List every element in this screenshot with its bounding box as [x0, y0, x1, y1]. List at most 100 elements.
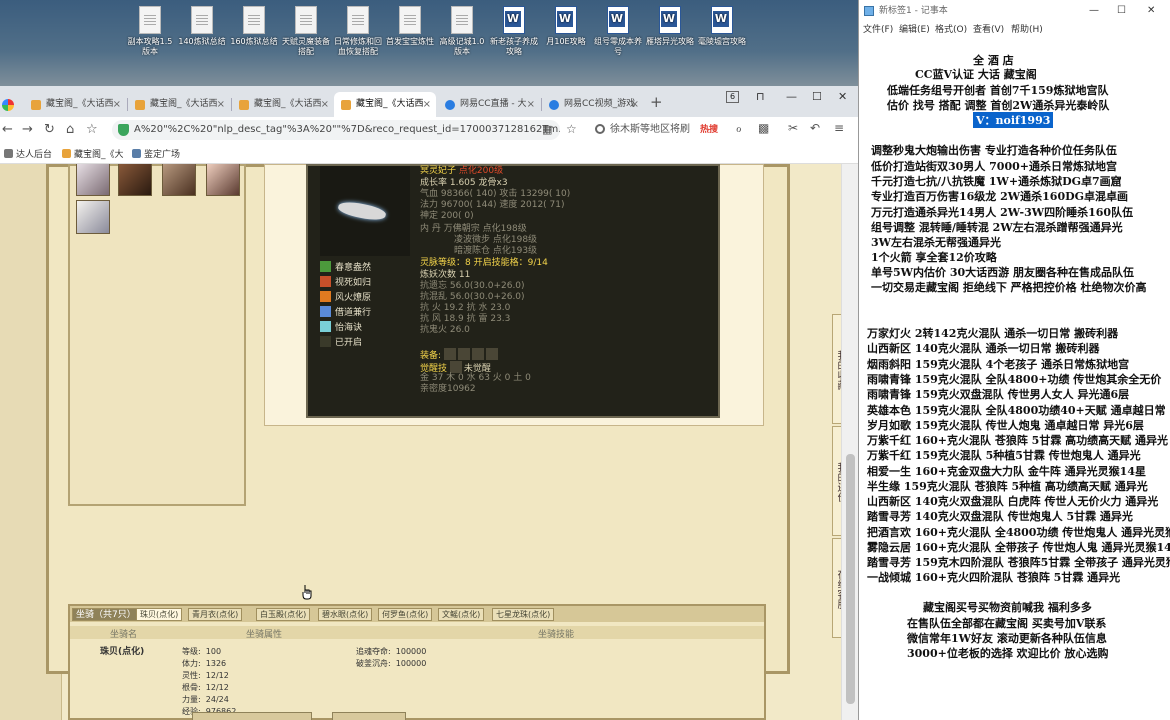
desktop-file-icon[interactable]: 高级记城1.0版本 [436, 6, 488, 57]
desktop-file-icon[interactable]: 160炼狱总结 [228, 6, 280, 47]
minimize-button[interactable]: — [1089, 0, 1099, 22]
back-icon[interactable]: ← [2, 122, 13, 137]
close-icon[interactable]: × [321, 92, 329, 117]
desktop-file-icon[interactable]: 毫陵墟宫攻略 [696, 6, 748, 47]
text-line: 组号调整 混转睡/睡转混 2W左右混杀蹭帮强通异光 [871, 221, 1123, 234]
menu-format[interactable]: 格式(O) [935, 22, 967, 35]
refresh-icon[interactable]: ↻ [44, 122, 55, 137]
menu-edit[interactable]: 编辑(E) [899, 22, 930, 35]
pet-skill[interactable]: 风火燎原 [320, 290, 371, 303]
desktop-file-icon[interactable]: 140炼狱总结 [176, 6, 228, 47]
forward-icon[interactable]: → [22, 122, 33, 137]
scissors-icon[interactable]: ✂ [788, 121, 798, 135]
browser-logo-icon[interactable] [0, 92, 20, 117]
text-line: 单号5W内估价 30大话西游 朋友圈各种在售成品队伍 [871, 266, 1134, 279]
selected-wechat-id[interactable]: V：noif1993 [973, 112, 1054, 128]
skill-icon [320, 291, 331, 302]
tab-mount-1[interactable]: 珠贝(点化) [136, 608, 183, 621]
equip-slot[interactable] [471, 348, 484, 360]
page-button[interactable] [192, 712, 312, 720]
undo-icon[interactable]: ↶ [810, 121, 820, 135]
mount-name: 珠贝(点化) [100, 647, 145, 657]
tab-cbg-active[interactable]: 藏宝阁_《大话西 × [334, 92, 436, 117]
word-icon [607, 6, 629, 34]
close-window-button[interactable]: ✕ [838, 90, 847, 103]
avatar[interactable] [118, 164, 152, 196]
desktop-file-icon[interactable]: 天赋灵魔装备搭配 [280, 6, 332, 57]
equip-slot[interactable] [485, 348, 498, 360]
scrollbar-thumb[interactable] [846, 454, 855, 704]
pet-skill[interactable]: 春意盎然 [320, 260, 371, 273]
qr-icon[interactable]: ▩ [758, 121, 769, 135]
home-icon[interactable]: ⌂ [66, 122, 74, 137]
desktop-file-icon[interactable]: 月10E攻略 [540, 6, 592, 47]
pin-icon[interactable]: ⊓ [756, 90, 765, 103]
menu-icon[interactable]: ≡ [834, 121, 844, 135]
desktop-file-icon[interactable]: 新老孩子养成攻略 [488, 6, 540, 57]
tab-mount-5[interactable]: 何罗鱼(点化) [378, 608, 433, 621]
pet-skill[interactable]: 视死如归 [320, 275, 371, 288]
tab-mount-7[interactable]: 七星龙珠(点化) [492, 608, 555, 621]
team-line: 雾隐云居 160+克火混队 全带孩子 传世炮人鬼 通异光灵猴14 [867, 541, 1170, 554]
maximize-button[interactable]: ☐ [812, 90, 822, 103]
hot-search-badge[interactable]: 热搜 [700, 122, 718, 135]
team-line: 万紫千红 160+克火混队 苍狼阵 5甘霖 高功绩高天赋 通异光 [867, 434, 1168, 447]
tab-count-badge[interactable]: 6 [726, 91, 739, 103]
mount-count-tab[interactable]: 坐骑（共7只） [72, 608, 140, 621]
close-icon[interactable]: × [217, 92, 225, 117]
tab-cbg-2[interactable]: 藏宝阁_《大话西 × [128, 92, 230, 117]
tab-mount-3[interactable]: 白玉殿(点化) [256, 608, 311, 621]
extension-icon[interactable]: ℴ [736, 121, 742, 135]
notepad-text-area[interactable]: 全 酒 店 CC蓝V认证 大话 藏宝阁 低端任务组号开创者 首创7千159炼狱地… [859, 36, 1170, 720]
close-icon[interactable]: × [423, 92, 431, 117]
bookmark-item[interactable]: 达人后台 [4, 147, 52, 160]
skill-icon [320, 261, 331, 272]
minimize-button[interactable]: — [786, 90, 797, 103]
equip-slot[interactable] [449, 361, 462, 373]
tab-mount-2[interactable]: 青月衣(点化) [188, 608, 243, 621]
pet-skill[interactable]: 已开启 [320, 335, 362, 348]
pet-hp-attack: 气血 98366( 140) 攻击 13299( 10) [420, 189, 571, 199]
tab-mount-6[interactable]: 文鳐(点化) [438, 608, 485, 621]
bookmark-item[interactable]: 藏宝阁_《大 [62, 147, 124, 160]
desktop-file-icon[interactable]: 雁塔异光攻略 [644, 6, 696, 47]
menu-view[interactable]: 查看(V) [973, 22, 1004, 35]
equip-slot[interactable] [457, 348, 470, 360]
bookmark-star-icon[interactable]: ☆ [86, 122, 98, 137]
tab-cc-video[interactable]: 网易CC视频_游戏 × [542, 92, 644, 117]
pet-skill[interactable]: 怡海诀 [320, 320, 362, 333]
notepad-icon [864, 6, 874, 16]
tab-mount-4[interactable]: 碧水眼(点化) [318, 608, 373, 621]
equip-slot[interactable] [443, 348, 456, 360]
tab-cbg-1[interactable]: 藏宝阁_《大话西 × [24, 92, 126, 117]
menu-help[interactable]: 帮助(H) [1011, 22, 1043, 35]
desktop-file-icon[interactable]: 首发宝宝炼性 [384, 6, 436, 47]
page-scrollbar[interactable] [841, 164, 858, 720]
bookmark-item[interactable]: 鉴定广场 [132, 147, 180, 160]
bookmark-star-icon[interactable]: ☆ [566, 122, 577, 136]
desktop-file-icon[interactable]: 日常修炼和回血恢复搭配 [332, 6, 384, 57]
avatar[interactable] [76, 200, 110, 234]
close-icon[interactable]: × [113, 92, 121, 117]
grid-icon[interactable]: ▦ [542, 123, 552, 136]
new-tab-button[interactable]: + [650, 93, 663, 111]
close-window-button[interactable]: ✕ [1147, 0, 1155, 22]
text-line: 低价打造站街双30男人 7000+通杀日常炼狱地宫 [871, 160, 1117, 173]
menu-file[interactable]: 文件(F) [863, 22, 893, 35]
avatar[interactable] [162, 164, 196, 196]
desktop-file-icon[interactable]: 副本攻略1.5版本 [124, 6, 176, 57]
desktop-file-icon[interactable]: 组号零成本养号 [592, 6, 644, 57]
avatar[interactable] [206, 164, 240, 196]
page-button[interactable] [332, 712, 406, 720]
tab-cbg-3[interactable]: 藏宝阁_《大话西 × [232, 92, 334, 117]
address-bar[interactable]: A%20"%2C%20"nlp_desc_tag"%3A%20""%7D&rec… [112, 120, 560, 140]
team-line: 山西新区 140克火双盘混队 白虎阵 传世人无价火力 通异光 [867, 495, 1159, 508]
maximize-button[interactable]: ☐ [1117, 0, 1126, 22]
word-icon [711, 6, 733, 34]
close-icon[interactable]: × [527, 92, 535, 117]
document-icon [191, 6, 213, 34]
close-icon[interactable]: × [631, 92, 639, 117]
tab-cc-live[interactable]: 网易CC直播 - 大 × [438, 92, 540, 117]
avatar[interactable] [76, 164, 110, 196]
pet-skill[interactable]: 借道兼行 [320, 305, 371, 318]
